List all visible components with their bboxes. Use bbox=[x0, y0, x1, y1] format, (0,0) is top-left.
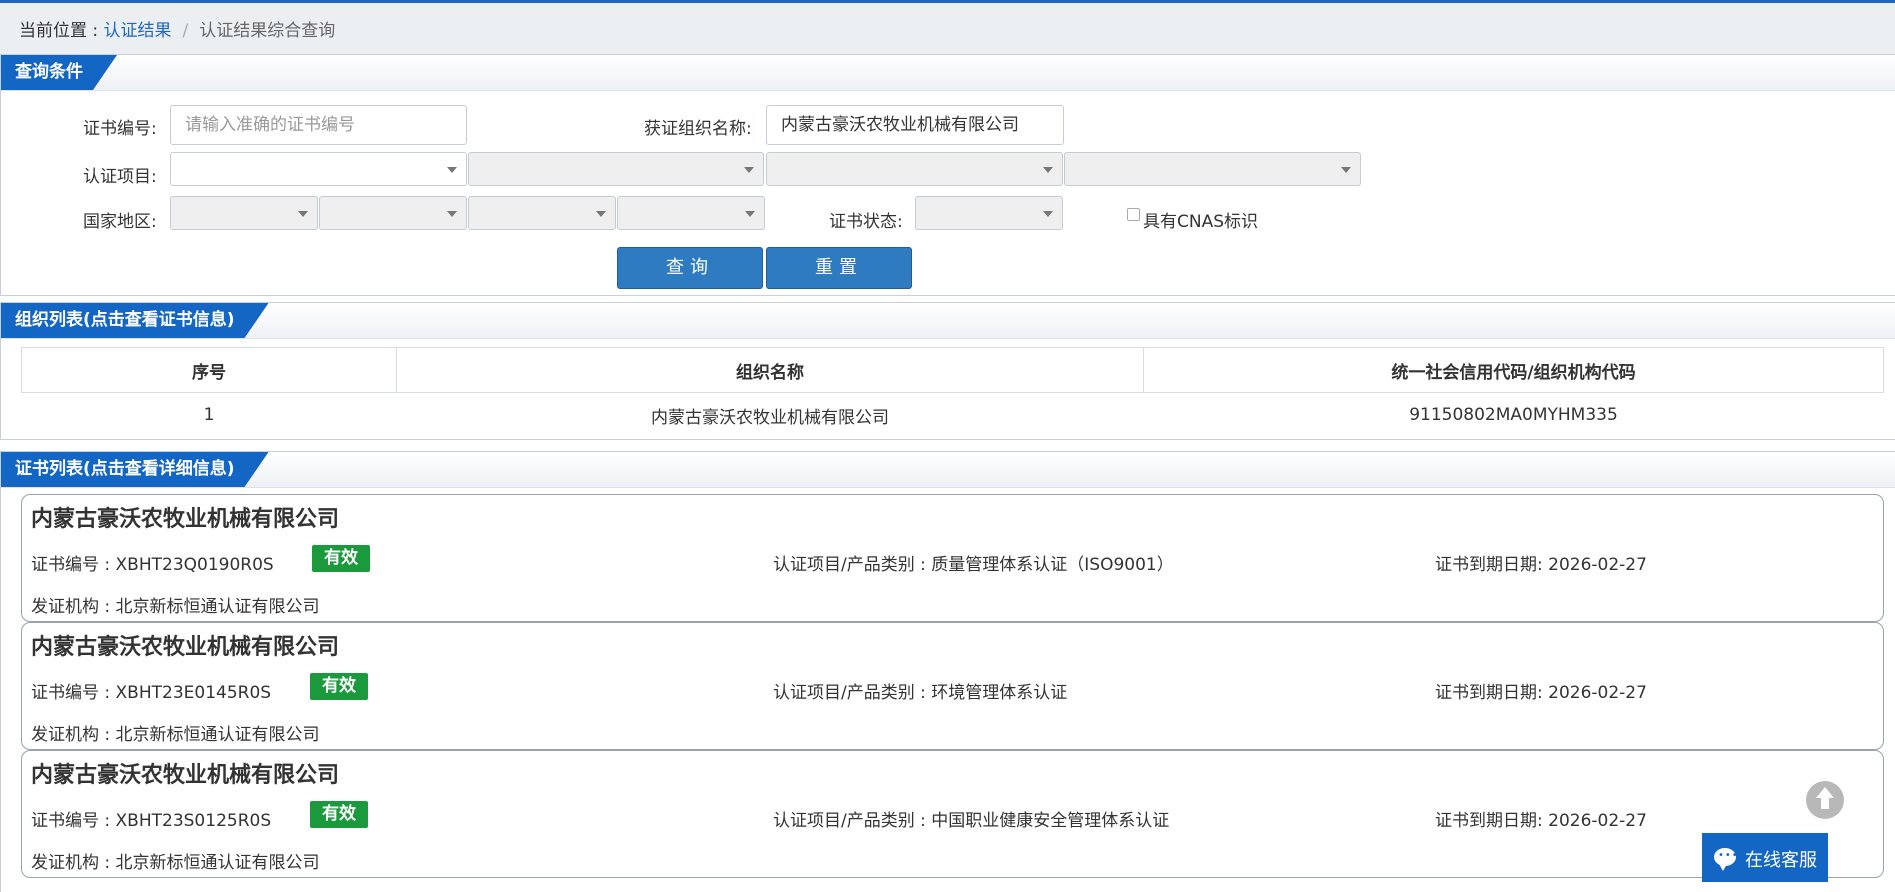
column-header-credit-code: 统一社会信用代码/组织机构代码 bbox=[1143, 347, 1884, 393]
breadcrumb: 当前位置 : 认证结果 / 认证结果综合查询 bbox=[19, 16, 335, 41]
cnas-checkbox[interactable] bbox=[1127, 208, 1140, 221]
breadcrumb-separator: / bbox=[182, 21, 189, 41]
cert-number: 证书编号 : XBHT23E0145R0S bbox=[31, 683, 272, 703]
cert-item: 认证项目/产品类别 : 环境管理体系认证 bbox=[773, 683, 1068, 703]
cert-status-select[interactable] bbox=[915, 196, 1063, 230]
cert-org-name: 内蒙古豪沃农牧业机械有限公司 bbox=[31, 635, 340, 660]
cert-number: 证书编号 : XBHT23Q0190R0S bbox=[31, 555, 274, 575]
chevron-down-icon bbox=[1341, 167, 1351, 173]
cert-issuer: 发证机构 : 北京新标恒通认证有限公司 bbox=[31, 725, 320, 745]
query-panel-header: 查询条件 bbox=[1, 55, 1895, 91]
org-name-input[interactable]: 内蒙古豪沃农牧业机械有限公司 bbox=[766, 105, 1064, 145]
cell-org-name[interactable]: 内蒙古豪沃农牧业机械有限公司 bbox=[397, 393, 1144, 438]
region-select-2[interactable] bbox=[319, 196, 467, 230]
cert-list-panel: 证书列表(点击查看详细信息) 内蒙古豪沃农牧业机械有限公司 证书编号 : XBH… bbox=[0, 451, 1895, 892]
cert-no-label: 证书编号: bbox=[83, 119, 157, 139]
cert-item-select-3[interactable] bbox=[766, 152, 1063, 186]
cert-list-header: 证书列表(点击查看详细信息) bbox=[1, 452, 1895, 488]
cert-item-label: 认证项目: bbox=[83, 167, 157, 187]
cert-card[interactable]: 内蒙古豪沃农牧业机械有限公司 证书编号 : XBHT23S0125R0S 有效 … bbox=[21, 750, 1884, 878]
cert-item-select-4[interactable] bbox=[1064, 152, 1361, 186]
cert-org-name: 内蒙古豪沃农牧业机械有限公司 bbox=[31, 763, 340, 788]
query-panel-title: 查询条件 bbox=[1, 55, 117, 90]
region-select-3[interactable] bbox=[468, 196, 616, 230]
cert-no-input[interactable]: 请输入准确的证书编号 bbox=[170, 105, 467, 145]
cert-item: 认证项目/产品类别 : 中国职业健康安全管理体系认证 bbox=[773, 811, 1170, 831]
chevron-down-icon bbox=[745, 211, 755, 217]
table-row[interactable]: 1 内蒙古豪沃农牧业机械有限公司 91150802MA0MYHM335 bbox=[22, 393, 1884, 438]
chat-bubble-icon: ••• bbox=[1714, 848, 1738, 871]
chevron-down-icon bbox=[1043, 211, 1053, 217]
chevron-down-icon bbox=[447, 211, 457, 217]
status-badge: 有效 bbox=[310, 673, 368, 700]
org-list-title: 组织列表(点击查看证书信息) bbox=[1, 303, 269, 338]
status-badge: 有效 bbox=[312, 545, 370, 572]
cert-card[interactable]: 内蒙古豪沃农牧业机械有限公司 证书编号 : XBHT23E0145R0S 有效 … bbox=[21, 622, 1884, 750]
breadcrumb-current: 认证结果综合查询 bbox=[199, 21, 336, 41]
chevron-down-icon bbox=[298, 211, 308, 217]
region-select-1[interactable] bbox=[170, 196, 318, 230]
chevron-down-icon bbox=[1043, 167, 1053, 173]
column-header-index: 序号 bbox=[21, 347, 397, 393]
region-label: 国家地区: bbox=[83, 212, 157, 232]
cert-status-label: 证书状态: bbox=[829, 212, 903, 232]
chevron-down-icon bbox=[447, 167, 457, 173]
org-list-header: 组织列表(点击查看证书信息) bbox=[1, 303, 1895, 339]
region-select-4[interactable] bbox=[617, 196, 765, 230]
cert-item: 认证项目/产品类别 : 质量管理体系认证（ISO9001） bbox=[773, 555, 1174, 575]
cert-expiry: 证书到期日期: 2026-02-27 bbox=[1435, 811, 1647, 831]
chevron-down-icon bbox=[596, 211, 606, 217]
cnas-label: 具有CNAS标识 bbox=[1143, 212, 1259, 232]
breadcrumb-prefix: 当前位置 : bbox=[19, 21, 104, 41]
breadcrumb-bar: 当前位置 : 认证结果 / 认证结果综合查询 bbox=[0, 3, 1895, 55]
chevron-down-icon bbox=[744, 167, 754, 173]
cert-card[interactable]: 内蒙古豪沃农牧业机械有限公司 证书编号 : XBHT23Q0190R0S 有效 … bbox=[21, 494, 1884, 622]
online-service-label: 在线客服 bbox=[1745, 850, 1817, 871]
breadcrumb-link-results[interactable]: 认证结果 bbox=[104, 21, 172, 41]
cert-expiry: 证书到期日期: 2026-02-27 bbox=[1435, 555, 1647, 575]
arrow-up-stem bbox=[1821, 797, 1829, 809]
cert-expiry: 证书到期日期: 2026-02-27 bbox=[1435, 683, 1647, 703]
org-table: 序号 组织名称 统一社会信用代码/组织机构代码 1 内蒙古豪沃农牧业机械有限公司… bbox=[21, 347, 1884, 437]
reset-button[interactable]: 重置 bbox=[766, 247, 912, 289]
query-panel: 查询条件 证书编号: 请输入准确的证书编号 获证组织名称: 内蒙古豪沃农牧业机械… bbox=[0, 54, 1895, 296]
cert-org-name: 内蒙古豪沃农牧业机械有限公司 bbox=[31, 507, 340, 532]
org-table-header-row: 序号 组织名称 统一社会信用代码/组织机构代码 bbox=[21, 347, 1884, 393]
cert-item-select-2[interactable] bbox=[468, 152, 764, 186]
cert-list-title: 证书列表(点击查看详细信息) bbox=[1, 452, 269, 487]
search-button[interactable]: 查询 bbox=[617, 247, 763, 289]
cell-credit-code: 91150802MA0MYHM335 bbox=[1409, 405, 1618, 425]
cert-issuer: 发证机构 : 北京新标恒通认证有限公司 bbox=[31, 853, 320, 873]
status-badge: 有效 bbox=[310, 801, 368, 828]
cert-issuer: 发证机构 : 北京新标恒通认证有限公司 bbox=[31, 597, 320, 617]
back-to-top-icon[interactable] bbox=[1806, 781, 1844, 819]
org-list-panel: 组织列表(点击查看证书信息) 序号 组织名称 统一社会信用代码/组织机构代码 1… bbox=[0, 302, 1895, 440]
cert-number: 证书编号 : XBHT23S0125R0S bbox=[31, 811, 272, 831]
cell-index: 1 bbox=[203, 405, 215, 425]
online-service-button[interactable]: ••• 在线客服 bbox=[1702, 833, 1828, 882]
org-name-label: 获证组织名称: bbox=[644, 119, 752, 139]
column-header-org-name: 组织名称 bbox=[396, 347, 1144, 393]
cert-item-select-1[interactable] bbox=[170, 152, 467, 186]
